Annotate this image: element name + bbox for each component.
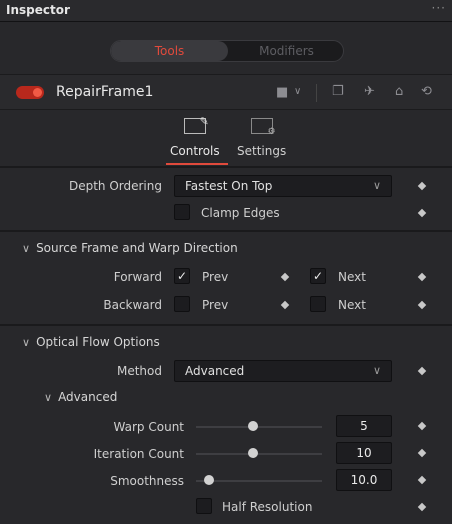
divider: [0, 324, 452, 326]
clamp-edges-checkbox[interactable]: [174, 204, 190, 220]
settings-icon: ⚙: [250, 118, 276, 137]
chevron-down-icon: ∨: [22, 336, 31, 349]
half-resolution-checkbox[interactable]: [196, 498, 212, 514]
chevron-down-icon: ∨: [372, 179, 381, 192]
keyframe-diamond-icon[interactable]: [280, 300, 290, 310]
tab-modifiers[interactable]: Modifiers: [228, 41, 343, 61]
keyframe-diamond-icon[interactable]: [280, 272, 290, 282]
section-optical-flow-title: Optical Flow Options: [36, 335, 160, 349]
keyframe-diamond-icon[interactable]: [417, 448, 427, 458]
warp-count-slider-track[interactable]: [196, 426, 322, 428]
node-header: RepairFrame1 ■ ∨ ❐ ✈ ⌂ ⟲: [0, 74, 452, 110]
section-source-frame-title: Source Frame and Warp Direction: [36, 241, 238, 255]
backward-prev-label: Prev: [202, 298, 229, 312]
tab-tools[interactable]: Tools: [111, 41, 228, 61]
iteration-count-slider-track[interactable]: [196, 453, 322, 455]
warp-count-label: Warp Count: [113, 420, 184, 434]
versions-icon[interactable]: ❐: [332, 84, 344, 99]
section-source-frame[interactable]: ∨ Source Frame and Warp Direction: [22, 241, 238, 255]
forward-prev-label: Prev: [202, 270, 229, 284]
keyframe-diamond-icon[interactable]: [417, 366, 427, 376]
divider: [0, 230, 452, 232]
lock-icon[interactable]: ⌂: [395, 84, 403, 99]
chevron-down-icon: ∨: [372, 364, 381, 377]
backward-label: Backward: [103, 298, 162, 312]
mode-switch: Tools Modifiers: [110, 40, 344, 62]
tab-settings[interactable]: ⚙ Settings: [237, 118, 286, 158]
warp-count-input[interactable]: 5: [336, 415, 392, 437]
method-value: Advanced: [185, 364, 245, 378]
iteration-count-label: Iteration Count: [93, 447, 184, 461]
tab-controls[interactable]: ✎ Controls: [170, 115, 220, 158]
keyframe-diamond-icon[interactable]: [417, 300, 427, 310]
divider: [0, 166, 452, 168]
node-name: RepairFrame1: [56, 84, 154, 100]
keyframe-diamond-icon[interactable]: [417, 475, 427, 485]
smoothness-slider-track[interactable]: [196, 480, 322, 482]
half-resolution-label: Half Resolution: [222, 500, 313, 514]
forward-label: Forward: [113, 270, 162, 284]
method-label: Method: [116, 364, 162, 378]
iteration-count-slider-knob[interactable]: [247, 448, 258, 458]
chevron-down-icon[interactable]: ∨: [294, 86, 301, 97]
method-dropdown[interactable]: Advanced ∨: [174, 360, 392, 382]
backward-prev-checkbox[interactable]: [174, 296, 190, 312]
keyframe-diamond-icon[interactable]: [417, 272, 427, 282]
backward-next-checkbox[interactable]: [310, 296, 326, 312]
warp-count-slider-knob[interactable]: [247, 421, 258, 431]
tab-controls-label: Controls: [170, 144, 220, 158]
smoothness-label: Smoothness: [110, 474, 184, 488]
depth-ordering-label: Depth Ordering: [68, 179, 162, 193]
forward-prev-checkbox[interactable]: ✓: [174, 268, 190, 284]
keyframe-diamond-icon[interactable]: [417, 502, 427, 512]
toolbar-divider: [316, 84, 317, 102]
controls-icon: ✎: [183, 115, 209, 134]
more-icon[interactable]: ···: [432, 1, 446, 15]
smoothness-input[interactable]: 10.0: [336, 469, 392, 491]
keyframe-diamond-icon[interactable]: [417, 181, 427, 191]
clamp-edges-label: Clamp Edges: [201, 206, 280, 220]
chevron-down-icon: ∨: [22, 242, 31, 255]
section-optical-flow[interactable]: ∨ Optical Flow Options: [22, 335, 160, 349]
keyframe-diamond-icon[interactable]: [417, 208, 427, 218]
forward-next-label: Next: [338, 270, 366, 284]
chevron-down-icon: ∨: [44, 391, 53, 404]
smoothness-slider-knob[interactable]: [203, 475, 214, 485]
iteration-count-input[interactable]: 10: [336, 442, 392, 464]
node-enable-toggle[interactable]: [16, 86, 44, 99]
inspector-panel: Tools Modifiers RepairFrame1 ■ ∨ ❐ ✈ ⌂ ⟲…: [0, 22, 452, 524]
inspector-titlebar: Inspector ···: [0, 0, 452, 22]
color-swatch-icon[interactable]: ■: [276, 85, 288, 100]
panel-title: Inspector: [6, 3, 70, 17]
section-advanced[interactable]: ∨ Advanced: [44, 390, 117, 404]
section-advanced-title: Advanced: [58, 390, 118, 404]
keyframe-diamond-icon[interactable]: [417, 421, 427, 431]
active-tab-indicator: [166, 163, 228, 165]
forward-next-checkbox[interactable]: ✓: [310, 268, 326, 284]
toggle-knob: [33, 88, 42, 97]
tab-settings-label: Settings: [237, 144, 287, 158]
depth-ordering-dropdown[interactable]: Fastest On Top ∨: [174, 175, 392, 197]
reset-icon[interactable]: ⟲: [421, 84, 432, 99]
pin-icon[interactable]: ✈: [364, 84, 375, 99]
backward-next-label: Next: [338, 298, 366, 312]
depth-ordering-value: Fastest On Top: [185, 179, 273, 193]
